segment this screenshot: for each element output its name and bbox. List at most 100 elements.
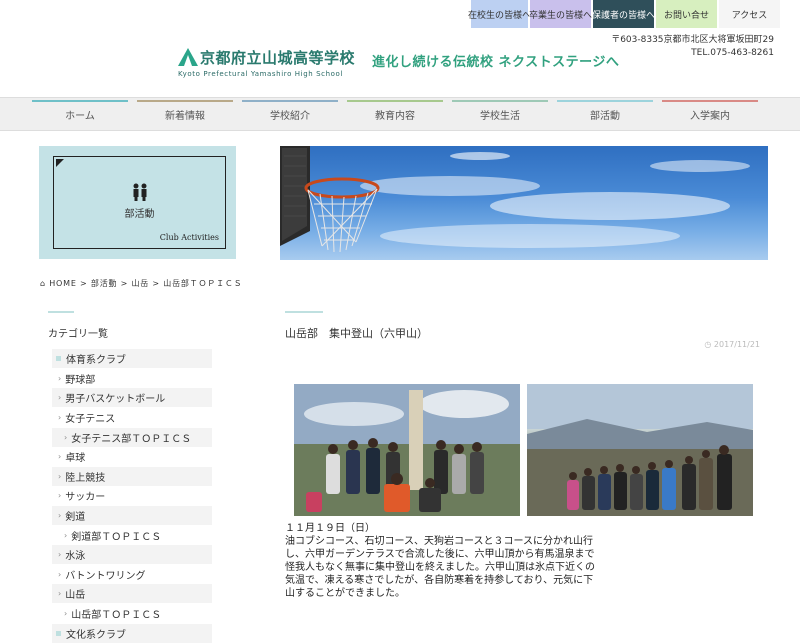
nav-label: 部活動 xyxy=(590,110,620,122)
nav-label: 学校生活 xyxy=(480,110,520,122)
nav-label: 教育内容 xyxy=(375,110,415,122)
top-link-label: 在校生の皆様へ xyxy=(468,10,532,21)
top-link-access[interactable]: アクセス xyxy=(718,0,780,28)
chevron-right-icon: › xyxy=(58,570,62,579)
article-date: ◷ 2017/11/21 xyxy=(704,340,760,349)
category-item-culture[interactable]: 文化系クラブ xyxy=(52,624,212,643)
category-item-womens-tennis[interactable]: › 女子テニス xyxy=(52,408,212,427)
category-item-kendo-topics[interactable]: › 剣道部ＴＯＰＩＣＳ xyxy=(52,526,212,545)
nav-about[interactable]: 学校紹介 xyxy=(242,98,338,130)
category-item-baseball[interactable]: › 野球部 xyxy=(52,369,212,388)
category-item-mens-basketball[interactable]: › 男子バスケットボール xyxy=(52,388,212,407)
category-label: 男子バスケットボール xyxy=(65,394,166,405)
nav-accent xyxy=(557,100,653,102)
nav-label: 新着情報 xyxy=(165,110,205,122)
category-item-mountaineering-topics[interactable]: › 山岳部ＴＯＰＩＣＳ xyxy=(52,604,212,623)
category-label: 山岳 xyxy=(65,590,86,601)
chevron-right-icon: › xyxy=(64,531,68,540)
category-label: 女子テニス xyxy=(65,414,116,425)
article-date-text: 2017/11/21 xyxy=(713,340,760,349)
top-link-label: アクセス xyxy=(731,10,768,21)
category-label: 陸上競技 xyxy=(65,473,106,484)
nav-label: 入学案内 xyxy=(690,110,730,122)
category-item-track[interactable]: › 陸上競技 xyxy=(52,467,212,486)
address: 〒603-8335京都市北区大将軍坂田町29 xyxy=(611,35,774,45)
top-link-label: 保護者の皆様へ xyxy=(592,10,656,21)
tagline: 進化し続ける伝統校 ネクストステージへ xyxy=(372,55,620,70)
corner-mark xyxy=(56,159,64,167)
category-label: 水泳 xyxy=(65,551,86,562)
nav-label: 学校紹介 xyxy=(270,110,310,122)
chevron-right-icon: › xyxy=(58,589,62,598)
club-banner-frame: 部活動 Club Activities xyxy=(53,156,226,249)
breadcrumb-text: HOME > 部活動 > 山岳 > 山岳部ＴＯＰＩＣＳ xyxy=(49,279,243,288)
top-link-students[interactable]: 在校生の皆様へ xyxy=(468,0,532,28)
category-label: 剣道部ＴＯＰＩＣＳ xyxy=(71,532,162,543)
category-label: 体育系クラブ xyxy=(66,355,126,366)
nav-label: ホーム xyxy=(65,110,95,122)
article-title: 山岳部 集中登山（六甲山） xyxy=(285,327,428,340)
chevron-right-icon: › xyxy=(58,491,62,500)
category-label: 女子テニス部ＴＯＰＩＣＳ xyxy=(71,434,192,445)
category-item-kendo[interactable]: › 剣道 xyxy=(52,506,212,525)
square-bullet-icon xyxy=(56,356,61,361)
chevron-right-icon: › xyxy=(58,374,62,383)
top-link-label: 卒業生の皆様へ xyxy=(529,10,593,21)
category-item-soccer[interactable]: › サッカー xyxy=(52,486,212,505)
chevron-right-icon: › xyxy=(58,472,62,481)
chevron-right-icon: › xyxy=(58,550,62,559)
clock-icon: ◷ xyxy=(704,340,714,349)
group-photo-summit xyxy=(294,384,520,516)
chevron-right-icon: › xyxy=(58,452,62,461)
people-icon xyxy=(133,183,147,201)
article-body: １１月１９日（日） 油コブシコース、石切コース、天狗岩コースと３コースに分かれ山… xyxy=(285,522,595,600)
top-link-parents[interactable]: 保護者の皆様へ xyxy=(592,0,656,28)
nav-accent xyxy=(347,100,443,102)
nav-accent xyxy=(662,100,758,102)
category-item-womens-tennis-topics[interactable]: › 女子テニス部ＴＯＰＩＣＳ xyxy=(52,428,212,447)
category-title: カテゴリ一覧 xyxy=(48,329,108,340)
category-item-table-tennis[interactable]: › 卓球 xyxy=(52,447,212,466)
chevron-right-icon: › xyxy=(58,413,62,422)
nav-clubs[interactable]: 部活動 xyxy=(557,98,653,130)
category-item-mountaineering[interactable]: › 山岳 xyxy=(52,584,212,603)
top-link-contact[interactable]: お問い合せ xyxy=(655,0,717,28)
top-link-label: お問い合せ xyxy=(663,10,709,21)
square-bullet-icon xyxy=(56,631,61,636)
chevron-right-icon: › xyxy=(64,609,68,618)
article-date-line: １１月１９日（日） xyxy=(285,523,375,534)
category-label: バトントワリング xyxy=(65,571,146,582)
main-nav: ホーム 新着情報 学校紹介 教育内容 学校生活 部活動 入学案内 xyxy=(0,97,800,131)
basketball-hoop-image xyxy=(280,146,750,253)
nav-accent xyxy=(452,100,548,102)
school-name-en: Kyoto Prefectural Yamashiro High School xyxy=(178,70,343,78)
nav-home[interactable]: ホーム xyxy=(32,98,128,130)
category-label: 剣道 xyxy=(65,512,86,523)
logo-notch xyxy=(184,55,192,66)
club-banner-label-en: Club Activities xyxy=(159,233,219,242)
breadcrumb[interactable]: ⌂ HOME > 部活動 > 山岳 > 山岳部ＴＯＰＩＣＳ xyxy=(40,278,242,289)
nav-education[interactable]: 教育内容 xyxy=(347,98,443,130)
club-banner-label: 部活動 xyxy=(124,209,155,220)
nav-admission[interactable]: 入学案内 xyxy=(662,98,758,130)
article-accent-line xyxy=(285,311,323,313)
top-link-graduates[interactable]: 卒業生の皆様へ xyxy=(529,0,593,28)
category-item-baton[interactable]: › バトントワリング xyxy=(52,565,212,584)
category-item-swimming[interactable]: › 水泳 xyxy=(52,545,212,564)
home-icon: ⌂ xyxy=(40,279,50,288)
category-label: 卓球 xyxy=(65,453,86,464)
club-banner: 部活動 Club Activities xyxy=(39,146,236,259)
nav-news[interactable]: 新着情報 xyxy=(137,98,233,130)
group-photo-terrace xyxy=(527,384,753,516)
nav-accent xyxy=(32,100,128,102)
category-label: 山岳部ＴＯＰＩＣＳ xyxy=(71,610,162,621)
category-label: 野球部 xyxy=(65,375,96,386)
category-label: サッカー xyxy=(65,492,106,503)
chevron-right-icon: › xyxy=(58,393,62,402)
category-accent-line xyxy=(48,311,74,313)
category-item-sports[interactable]: 体育系クラブ xyxy=(52,349,212,368)
chevron-right-icon: › xyxy=(58,511,62,520)
nav-school-life[interactable]: 学校生活 xyxy=(452,98,548,130)
summit-photo xyxy=(294,384,520,516)
nav-accent xyxy=(242,100,338,102)
